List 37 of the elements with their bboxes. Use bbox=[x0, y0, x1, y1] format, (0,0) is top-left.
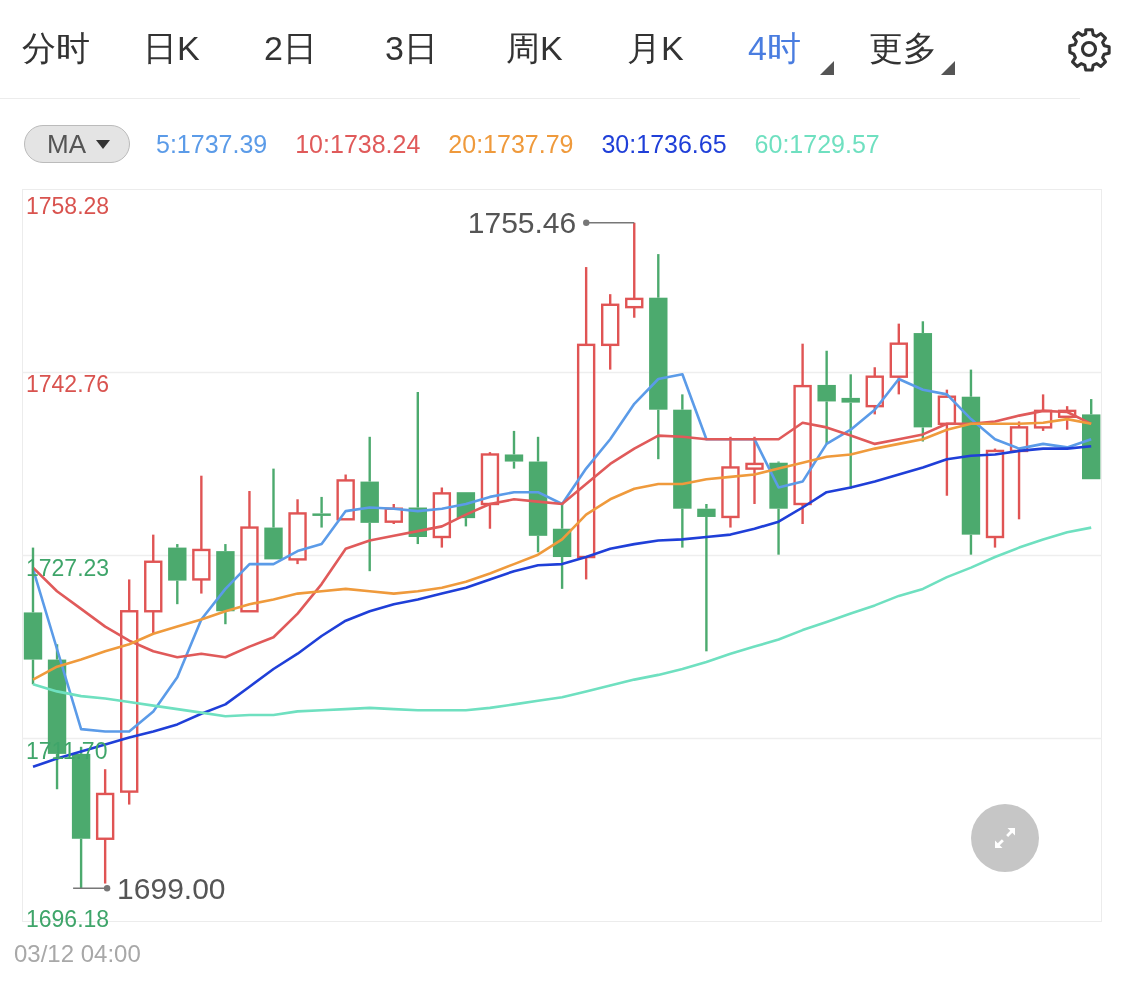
caret-icon bbox=[96, 139, 110, 149]
falling-candle bbox=[168, 544, 187, 605]
moving-average-value: 10:1738.24 bbox=[295, 129, 421, 159]
indicator-dropdown[interactable]: MA bbox=[24, 125, 130, 163]
price-marker-line bbox=[583, 219, 635, 226]
period-tab[interactable]: 4时 bbox=[748, 19, 869, 79]
rising-candle bbox=[1057, 406, 1077, 430]
rising-candle bbox=[745, 436, 764, 504]
rising-candle bbox=[384, 504, 403, 525]
falling-candle bbox=[312, 496, 331, 528]
price-axis-label: 1696.18 bbox=[26, 905, 110, 932]
rising-candle bbox=[288, 499, 307, 565]
period-tab[interactable]: 3日 bbox=[385, 19, 506, 79]
period-tab[interactable]: 更多 bbox=[869, 19, 990, 79]
settings-icon[interactable] bbox=[1066, 26, 1112, 72]
falling-candle bbox=[456, 491, 476, 527]
period-tab[interactable]: 日K bbox=[143, 19, 264, 79]
price-marker-line bbox=[72, 885, 111, 892]
time-label: 03/12 04:00 bbox=[14, 940, 141, 968]
rising-candle bbox=[889, 323, 908, 395]
moving-average-value: 20:1737.79 bbox=[448, 129, 574, 159]
period-tab[interactable]: 分时 bbox=[22, 19, 143, 79]
period-tab[interactable]: 2日 bbox=[264, 19, 385, 79]
moving-average-value: 5:1737.39 bbox=[156, 129, 268, 159]
period-tab[interactable]: 周K bbox=[506, 19, 627, 79]
falling-candle bbox=[504, 430, 524, 469]
rising-candle bbox=[865, 367, 884, 415]
rising-candle bbox=[432, 487, 452, 548]
moving-average-value: 30:1736.65 bbox=[601, 129, 727, 159]
rising-candle bbox=[1033, 394, 1053, 431]
moving-average-value: 60:1729.57 bbox=[754, 129, 880, 159]
price-extreme-label: 1699.00 bbox=[117, 872, 226, 906]
price-axis-label: 1758.28 bbox=[26, 192, 110, 219]
price-extreme-label: 1755.46 bbox=[467, 205, 577, 239]
period-tab[interactable]: 月K bbox=[627, 19, 748, 79]
price-axis-label: 1742.76 bbox=[26, 371, 110, 398]
rising-candle bbox=[336, 474, 355, 521]
